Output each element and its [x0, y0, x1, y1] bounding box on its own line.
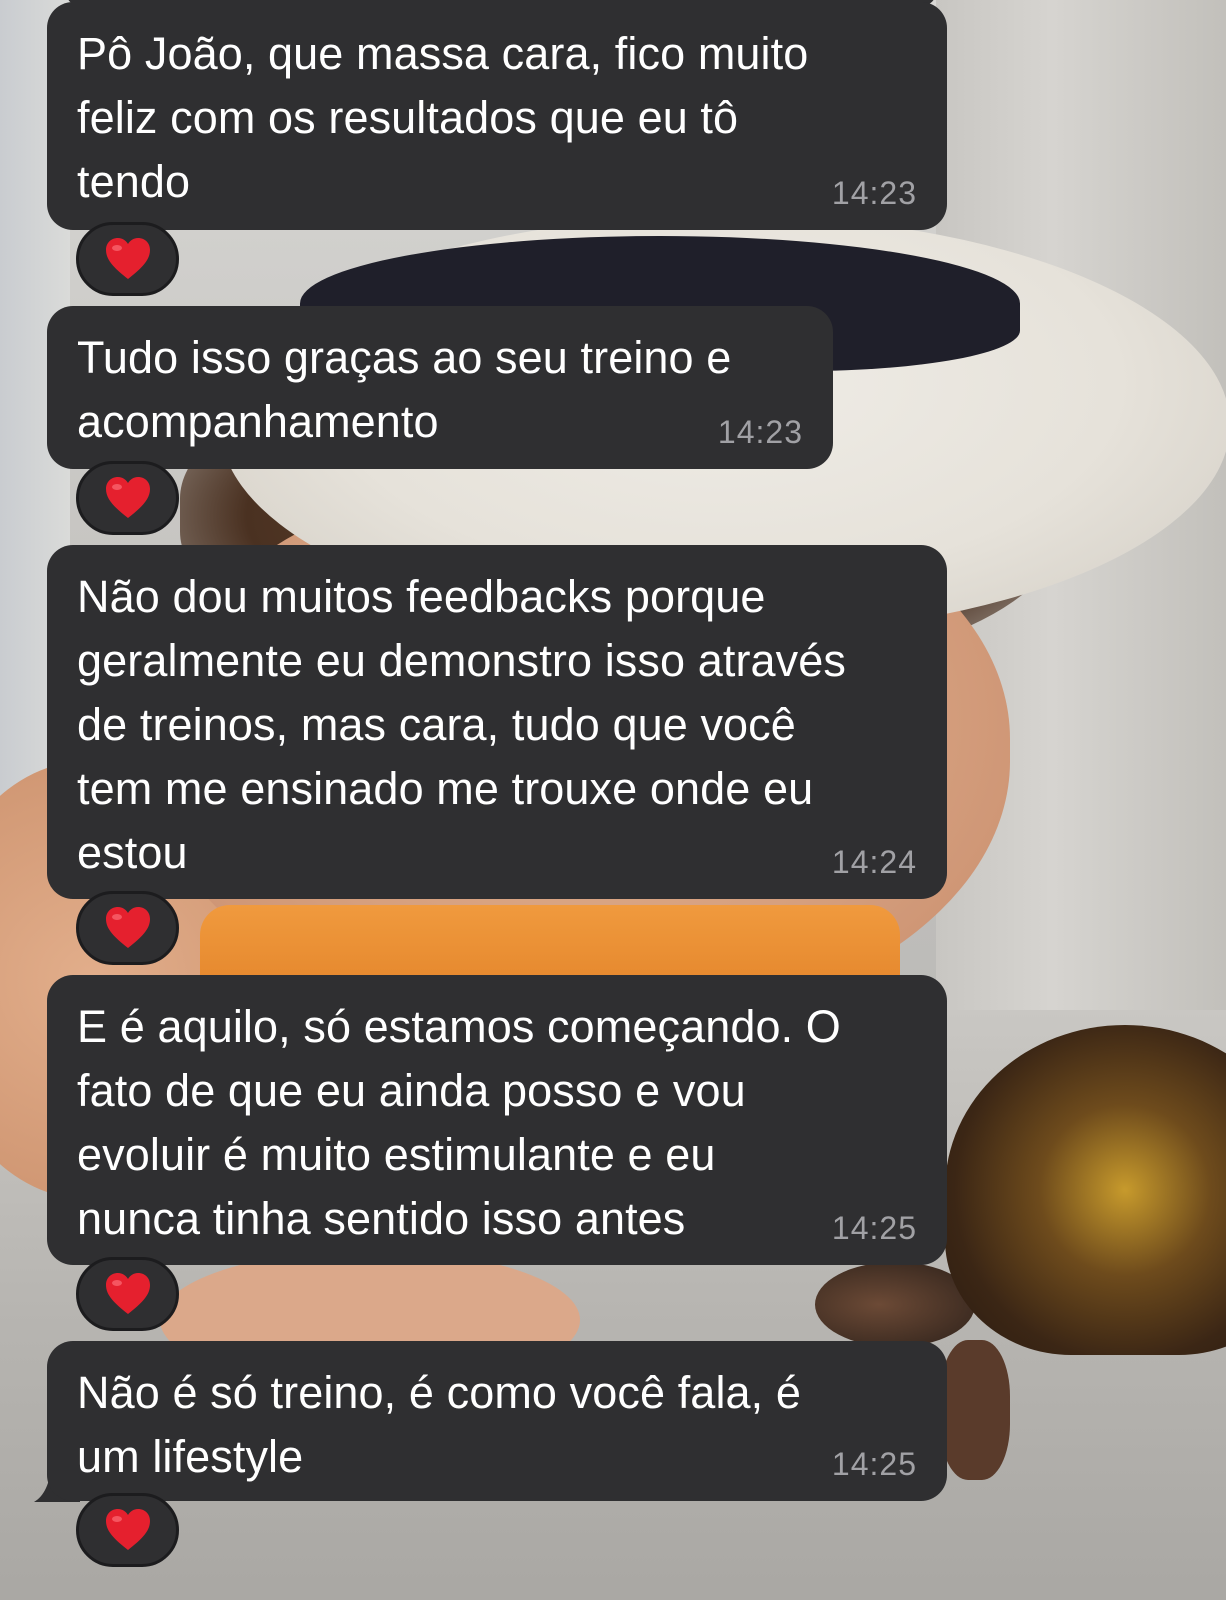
message-timestamp: 14:25	[831, 1446, 917, 1482]
message-text: Pô João, que massa cara, fico muito feli…	[77, 28, 809, 207]
reaction-badge[interactable]	[76, 222, 179, 296]
message-bubble[interactable]: E é aquilo, só estamos começando. O fato…	[47, 975, 947, 1265]
reaction-badge[interactable]	[76, 1493, 179, 1567]
message-text: Não é só treino, é como você fala, é um …	[77, 1367, 801, 1482]
message-bubble[interactable]: Pô João, que massa cara, fico muito feli…	[47, 2, 947, 230]
heart-icon	[105, 907, 150, 948]
message-timestamp: 14:23	[717, 414, 803, 450]
reaction-badge[interactable]	[76, 1257, 179, 1331]
heart-icon	[105, 1509, 150, 1550]
message-text: Não dou muitos feedbacks porque geralmen…	[77, 571, 846, 878]
message-list[interactable]: Pô João, que massa cara, fico muito feli…	[0, 0, 1226, 1600]
message-timestamp: 14:24	[831, 844, 917, 880]
reaction-badge[interactable]	[76, 891, 179, 965]
message-bubble[interactable]: Não dou muitos feedbacks porque geralmen…	[47, 545, 947, 899]
message-text: E é aquilo, só estamos começando. O fato…	[77, 1001, 841, 1244]
reaction-badge[interactable]	[76, 461, 179, 535]
heart-icon	[105, 238, 150, 279]
message-timestamp: 14:25	[831, 1210, 917, 1246]
message-bubble[interactable]: Não é só treino, é como você fala, é um …	[47, 1341, 947, 1501]
heart-icon	[105, 1273, 150, 1314]
heart-icon	[105, 477, 150, 518]
message-bubble[interactable]: Tudo isso graças ao seu treino e acompan…	[47, 306, 833, 469]
message-timestamp: 14:23	[831, 175, 917, 211]
message-text: Tudo isso graças ao seu treino e acompan…	[77, 332, 732, 447]
